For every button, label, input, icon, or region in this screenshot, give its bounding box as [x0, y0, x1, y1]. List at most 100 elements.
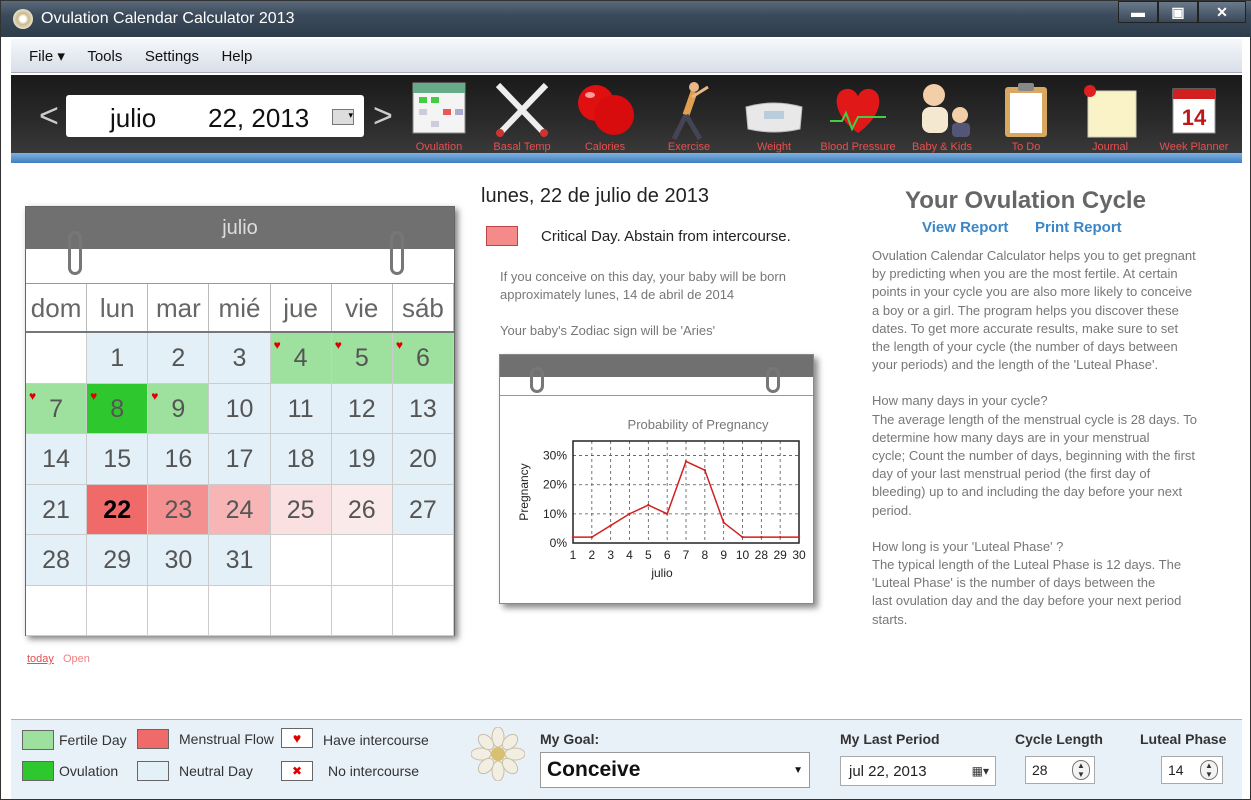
tool-journal[interactable]: Journal — [1069, 75, 1151, 155]
calendar-day-cell[interactable]: ♥ 4 — [270, 333, 332, 384]
chart-xtick-label: 28 — [755, 548, 769, 562]
menu-tools[interactable]: Tools — [87, 40, 122, 65]
tool-ovulation[interactable]: Ovulation — [398, 75, 480, 155]
calendar-day-cell[interactable]: 18 — [270, 434, 332, 485]
chart-data-point — [684, 460, 688, 463]
binder-ring-icon — [766, 367, 780, 393]
day-number: 19 — [347, 445, 376, 473]
calendar-day-cell[interactable]: 1 — [87, 333, 149, 384]
legend-no-label: No intercourse — [328, 763, 420, 779]
calendar-day-cell[interactable]: 2 — [148, 333, 210, 384]
calendar-day-cell[interactable]: 14 — [26, 434, 88, 485]
chart-xtick-label: 10 — [736, 548, 750, 562]
pregnancy-chart-panel: Probability of Pregnancy 0% 10% 20% 30% 1 2 3 4 5… — [499, 354, 814, 604]
calendar-day-cell[interactable]: 24 — [209, 484, 271, 535]
tool-exercise[interactable]: Exercise — [648, 75, 730, 155]
chart-ytick-label: 0% — [550, 536, 568, 550]
prev-month-button[interactable]: < — [39, 97, 59, 136]
calendar-day-cell[interactable]: 25 — [270, 484, 332, 535]
goal-select[interactable]: Conceive ▼ — [540, 752, 810, 788]
spin-arrows-icon[interactable]: ▲ ▼ — [1200, 760, 1218, 780]
calendar-empty-cell — [270, 535, 332, 586]
calendar-day-cell[interactable]: 11 — [270, 383, 332, 434]
tool-label: Exercise — [667, 141, 711, 153]
chart-data-point — [647, 503, 650, 507]
day-number: 5 — [354, 344, 369, 372]
calendar-dropdown-icon[interactable]: ▦▾ — [972, 764, 989, 778]
weekday-label: jue — [271, 284, 332, 331]
calendar-day-cell[interactable]: ♥ 6 — [392, 333, 454, 384]
calendar-day-cell[interactable]: 30 — [148, 535, 210, 586]
tool-week-planner[interactable]: 14 Week Planner — [1153, 75, 1235, 155]
menu-help[interactable]: Help — [221, 40, 252, 65]
print-report-link[interactable]: Print Report — [1035, 219, 1122, 236]
info-line: How many days in your cycle? — [872, 393, 1048, 409]
chart-xtick-label: 9 — [720, 548, 727, 562]
calendar-day-cell[interactable]: 27 — [392, 484, 454, 535]
open-link[interactable]: Open — [63, 653, 90, 665]
maximize-button[interactable]: ▣ — [1158, 1, 1198, 23]
calendar-empty-cell — [209, 585, 271, 636]
tool-calories[interactable]: Calories — [564, 75, 646, 155]
info-line: determine how many days are in your mens… — [872, 429, 1150, 445]
calendar-dropdown-icon[interactable]: ▾ — [332, 109, 354, 125]
date-picker[interactable]: julio 22, 2013 ▾ — [66, 95, 364, 137]
next-month-button[interactable]: > — [373, 97, 393, 136]
spin-arrows-icon[interactable]: ▲ ▼ — [1072, 760, 1090, 780]
luteal-phase-stepper[interactable]: 14 ▲ ▼ — [1161, 756, 1223, 784]
info-line: a boy or a girl. The program helps you d… — [872, 302, 1179, 318]
tool-weight[interactable]: Weight — [733, 75, 815, 155]
day-number: 6 — [415, 344, 430, 372]
calendar-day-cell[interactable]: 31 — [209, 535, 271, 586]
calendar-day-cell[interactable]: ♥ 8 — [87, 383, 149, 434]
calendar-day-cell[interactable]: 29 — [87, 535, 149, 586]
calendar-day-cell[interactable]: 15 — [87, 434, 149, 485]
info-line: How long is your 'Luteal Phase' ? — [872, 538, 1064, 554]
cycle-length-stepper[interactable]: 28 ▲ ▼ — [1025, 756, 1095, 784]
view-report-link[interactable]: View Report — [922, 219, 1008, 236]
weekday-label: lun — [87, 284, 149, 331]
minimize-button[interactable]: ▬ — [1118, 1, 1158, 23]
tool-basal-temp[interactable]: Basal Temp — [481, 75, 563, 155]
calendar-day-cell[interactable]: ♥ 9 — [148, 383, 210, 434]
calendar-day-cell[interactable]: 22 — [87, 484, 149, 535]
day-number: 25 — [286, 495, 315, 524]
tool-blood-pressure[interactable]: Blood Pressure — [817, 75, 899, 155]
info-line: period. — [872, 502, 912, 518]
calendar-day-cell[interactable]: 19 — [331, 434, 393, 485]
right-panel-title: Your Ovulation Cycle — [905, 187, 1146, 214]
calendar-week-row: 1 2 3 ♥ 4 ♥ 5 ♥ 6 — [26, 333, 454, 384]
calendar-day-cell[interactable]: 20 — [392, 434, 454, 485]
info-line: day of your last menstrual period (the f… — [872, 466, 1151, 482]
day-number: 21 — [42, 495, 70, 524]
binder-ring-icon — [390, 231, 404, 275]
calendar-day-cell[interactable]: 10 — [209, 383, 271, 434]
calendar-day-cell[interactable]: 12 — [331, 383, 393, 434]
today-link[interactable]: today — [27, 653, 54, 665]
right-panel-body: Ovulation Calendar Calculator helps you … — [872, 247, 1220, 647]
menu-settings[interactable]: Settings — [145, 40, 199, 65]
calendar-day-cell[interactable]: 21 — [26, 484, 88, 535]
calendar-empty-cell — [26, 585, 88, 636]
critical-day-swatch — [486, 226, 518, 246]
calendar-day-cell[interactable]: ♥ 5 — [331, 333, 393, 384]
calendar-day-cell[interactable]: ♥ 7 — [26, 383, 88, 434]
last-period-date-picker[interactable]: jul 22, 2013 ▦▾ — [840, 756, 996, 786]
calendar-week-row: 28 29 30 31 — [26, 535, 454, 586]
calendar-day-cell[interactable]: 28 — [26, 535, 88, 586]
tool-to-do[interactable]: To Do — [985, 75, 1067, 155]
tool-baby-kids[interactable]: Baby & Kids — [901, 75, 983, 155]
calendar-week-row: ♥ 7 ♥ 8 ♥ 9 10 11 12 13 — [26, 383, 454, 434]
calendar-day-cell[interactable]: 17 — [209, 434, 271, 485]
calendar-week-row: 14 15 16 17 18 19 20 — [26, 434, 454, 485]
chart-data-point — [760, 535, 763, 539]
menu-file[interactable]: File ▾ — [29, 39, 65, 65]
calendar-day-cell[interactable]: 13 — [392, 383, 454, 434]
day-number: 9 — [171, 394, 186, 423]
close-button[interactable]: ✕ — [1198, 1, 1246, 23]
calendar-day-cell[interactable]: 3 — [209, 333, 271, 384]
calendar-day-cell[interactable]: 23 — [148, 484, 210, 535]
calendar-day-cell[interactable]: 26 — [331, 484, 393, 535]
day-number: 28 — [42, 546, 70, 574]
calendar-day-cell[interactable]: 16 — [148, 434, 210, 485]
